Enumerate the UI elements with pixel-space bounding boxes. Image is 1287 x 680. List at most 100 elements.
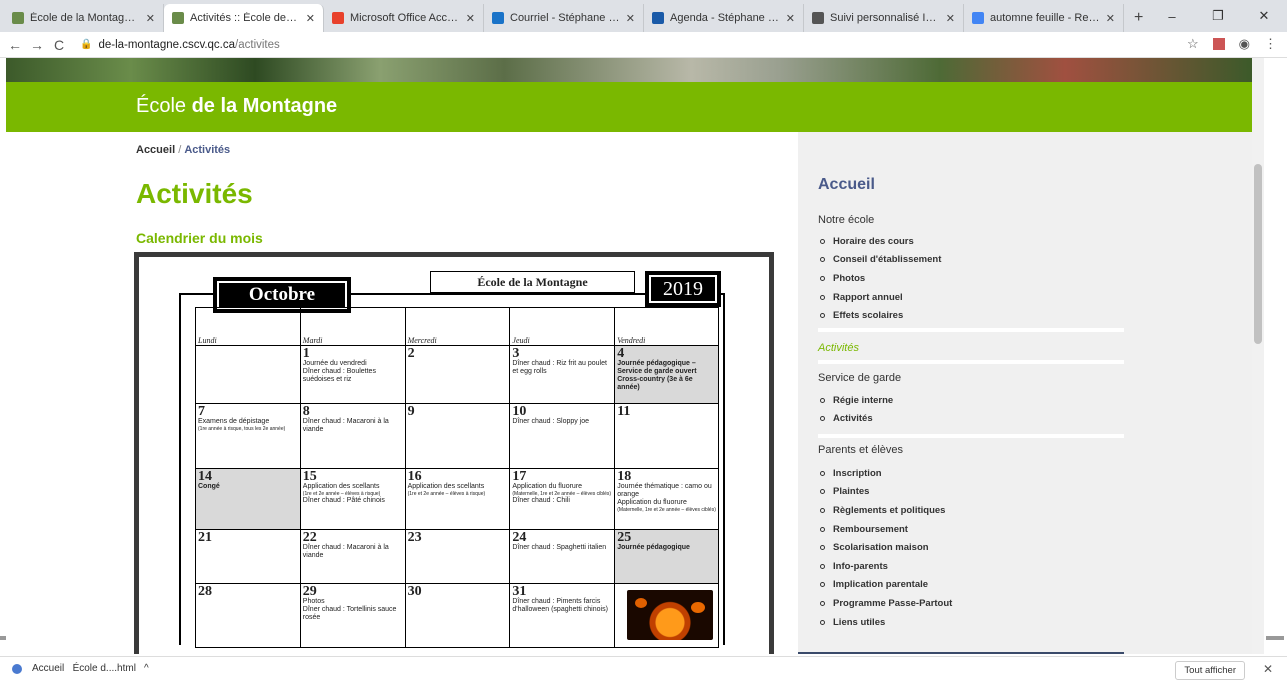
calendar-cell: 31 Dîner chaud : Piments farcis d'hallowe… [509,584,614,647]
page-scrollbar[interactable] [1252,58,1264,654]
breadcrumb-current[interactable]: Activités [184,144,230,156]
calendar-cell: 9 [404,404,510,468]
sidebar-link[interactable]: Scolarisation maison [818,538,952,557]
lock-icon: 🔒 [80,39,93,50]
sidebar-link[interactable]: Règlements et politiques [818,501,952,520]
sidebar-link[interactable]: Effets scolaires [818,306,941,325]
tab-close-icon[interactable]: ✕ [466,12,475,25]
sidebar-link[interactable]: Régie interne [818,391,893,410]
calendar-cell: 23 [404,530,510,583]
tab-close-icon[interactable]: ✕ [146,12,155,25]
calendar-year: 2019 [645,271,721,307]
halloween-pumpkin-image [627,590,714,640]
sidebar-active-link[interactable]: Activités [818,342,859,354]
minimize-button[interactable]: – [1149,9,1195,24]
page-title: Activités [136,178,253,209]
calendar-cell: 10 Dîner chaud : Sloppy joe [509,404,614,468]
sidebar-title[interactable]: Accueil [818,176,875,194]
tab-favicon-icon [492,12,504,24]
section-subtitle: Calendrier du mois [136,230,263,246]
url-field[interactable]: 🔒 de-la-montagne.cscv.qc.ca/activites [80,39,280,51]
sidebar-list: Horaire des cours Conseil d'établissemen… [818,232,941,325]
calendar-cell: 11 [614,404,719,468]
tab-label: École de la Montagne :: Commiss [30,12,140,24]
reload-button[interactable]: C [48,37,70,53]
tab-close-icon[interactable]: ✕ [626,12,635,25]
sidebar-footer-bar [798,652,1124,654]
show-all-button[interactable]: Tout afficher [1175,661,1245,680]
window-controls: – ❐ ✕ [1149,0,1287,32]
sidebar-link[interactable]: Inscription [818,464,952,483]
day-header: Lundi [195,308,300,345]
profile-icon[interactable]: ◉ [1239,36,1250,52]
calendar-cell: 15 Application des scellants (1re et 2e an… [299,469,405,529]
sidebar-link[interactable]: Liens utiles [818,613,952,632]
sidebar-link[interactable]: Activités [818,410,893,429]
day-header: Vendredi [614,308,719,345]
calendar-school-name: École de la Montagne [430,271,635,293]
day-header: Mardi [299,308,405,345]
calendar-cell: 28 [195,584,300,647]
day-header: Jeudi [509,308,614,345]
tab-close-icon[interactable]: ✕ [1106,12,1115,25]
tab-close-icon[interactable]: ✕ [786,12,795,25]
calendar-image: Octobre École de la Montagne 2019 Lundi … [134,252,774,654]
tab-close-icon[interactable]: ✕ [946,12,955,25]
browser-tab[interactable]: École de la Montagne :: Commiss ✕ [4,4,164,32]
forward-button[interactable]: → [26,37,48,53]
tab-favicon-icon [12,12,24,24]
close-window-button[interactable]: ✕ [1241,8,1287,24]
browser-tab[interactable]: Microsoft Office Accueil ✕ [324,4,484,32]
browser-tab[interactable]: Courriel - Stéphane Mougeot - C ✕ [484,4,644,32]
sidebar-heading-parents[interactable]: Parents et élèves [818,444,903,456]
close-download-bar-button[interactable]: ✕ [1263,662,1273,676]
calendar-cell [614,584,719,647]
sidebar-link[interactable]: Conseil d'établissement [818,251,941,270]
sidebar-link[interactable]: Remboursement [818,520,952,539]
calendar-week: 1 Journée du vendredi Dîner chaud : Boulet… [195,346,719,404]
sidebar-link[interactable]: Horaire des cours [818,232,941,251]
download-item[interactable]: Accueil École d....html ^ [12,663,149,674]
url-path: /activites [235,38,280,51]
sidebar-link[interactable]: Photos [818,269,941,288]
sidebar-link[interactable]: Plaintes [818,483,952,502]
extension-icon[interactable] [1212,38,1225,50]
scrollbar-thumb[interactable] [1254,164,1262,344]
breadcrumb-home[interactable]: Accueil [136,144,175,156]
chrome-file-icon [12,663,22,674]
maximize-button[interactable]: ❐ [1195,8,1241,24]
browser-tab[interactable]: Activités :: École de la Montagne ✕ [164,4,324,32]
tab-label: Suivi personnalisé Internet - Bien [830,12,940,24]
tab-favicon-icon [972,12,984,24]
browser-tab-bar: École de la Montagne :: Commiss✕Activité… [0,0,1287,32]
sidebar-link[interactable]: Programme Passe-Partout [818,594,952,613]
tab-favicon-icon [812,12,824,24]
site-brand[interactable]: École de la Montagne [136,95,337,118]
calendar-cell: 4 Journée pédagogique – Service de garde … [614,346,719,403]
address-bar: ← → C 🔒 de-la-montagne.cscv.qc.ca/activi… [0,32,1287,58]
bookmark-star-icon[interactable]: ☆ [1187,36,1199,52]
calendar-cell [195,346,300,403]
sidebar-list: Inscription Plaintes Règlements et polit… [818,464,952,631]
calendar-cell: 22 Dîner chaud : Macaroni à la viande [299,530,405,583]
tab-favicon-icon [332,12,344,24]
page-edge-mark [1266,636,1284,640]
chevron-up-icon[interactable]: ^ [144,663,149,674]
menu-icon[interactable]: ⋮ [1264,36,1277,52]
back-button[interactable]: ← [4,37,26,53]
sidebar-link[interactable]: Rapport annuel [818,288,941,307]
calendar-week: 21 22 Dîner chaud : Macaroni à la viande … [195,530,719,584]
sidebar-list: Régie interne Activités [818,391,893,428]
browser-tab[interactable]: Agenda - Stéphane Mougeot - C ✕ [644,4,804,32]
browser-tab[interactable]: automne feuille - Recherche Goo ✕ [964,4,1124,32]
sidebar-heading-service-de-garde[interactable]: Service de garde [818,372,901,384]
browser-tab[interactable]: Suivi personnalisé Internet - Bien ✕ [804,4,964,32]
calendar-cell: 1 Journée du vendredi Dîner chaud : Boulet… [299,346,405,403]
sidebar-divider [818,434,1124,438]
sidebar-heading-notre-ecole[interactable]: Notre école [818,214,874,226]
sidebar-link[interactable]: Implication parentale [818,576,952,595]
tab-label: Agenda - Stéphane Mougeot - C [670,12,780,24]
calendar-grid: Lundi Mardi Mercredi Jeudi Vendredi 1 Jou… [195,307,719,648]
tab-close-icon[interactable]: ✕ [306,12,315,25]
sidebar-link[interactable]: Info-parents [818,557,952,576]
